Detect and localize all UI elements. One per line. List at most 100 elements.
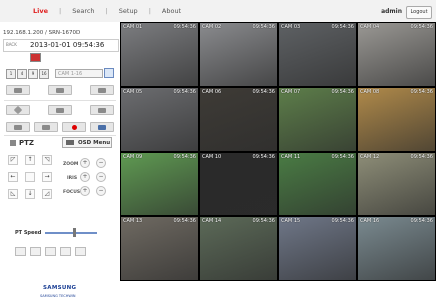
audio-icon xyxy=(98,107,106,113)
zoom-in-button[interactable]: + xyxy=(80,158,90,168)
preset-buttons xyxy=(15,247,86,256)
prev-group-button[interactable] xyxy=(6,85,30,95)
ptz-right-button[interactable]: → xyxy=(42,172,52,182)
next-group-button[interactable] xyxy=(90,85,114,95)
settings-button[interactable] xyxy=(6,105,30,115)
datetime-text: 2013-01-01 09:54:36 xyxy=(30,41,105,49)
nav-about[interactable]: About xyxy=(151,7,192,15)
lock-button[interactable] xyxy=(48,105,72,115)
brand-logo: SAMSUNG xyxy=(43,285,77,291)
brand-subtitle: SAMSUNG TECHWIN xyxy=(40,294,76,298)
preset-button[interactable] xyxy=(60,247,71,256)
toolbar-row-1 xyxy=(6,85,114,95)
ptz-tab-label: PTZ xyxy=(19,139,34,147)
select-confirm-button[interactable] xyxy=(104,68,114,78)
ptz-up-right-button[interactable]: ◹ xyxy=(42,155,52,165)
pt-speed-handle[interactable] xyxy=(73,228,76,237)
camera-tile[interactable]: CAM 03 09:54:36 xyxy=(278,22,357,87)
osd-menu-label: OSD Menu xyxy=(78,140,111,146)
zoom-out-button[interactable]: − xyxy=(96,158,106,168)
camera-timestamp: 09:54:36 xyxy=(173,88,196,95)
camera-tile[interactable]: CAM 10 09:54:36 xyxy=(199,151,278,217)
audio-button[interactable] xyxy=(90,105,114,115)
camera-timestamp: 09:54:36 xyxy=(410,24,433,30)
split-9-button[interactable]: 9 xyxy=(28,69,38,79)
ptz-up-button[interactable]: ↑ xyxy=(25,155,35,165)
record-icon xyxy=(71,124,77,130)
osd-menu-button[interactable]: OSD Menu xyxy=(62,137,112,148)
focus-near-button[interactable]: + xyxy=(80,186,90,196)
iris-open-button[interactable]: + xyxy=(80,172,90,182)
nav-search[interactable]: Search xyxy=(61,7,105,15)
camera-tile[interactable]: CAM 07 09:54:36 xyxy=(278,86,357,152)
ptz-down-left-button[interactable]: ◺ xyxy=(8,189,18,199)
camera-tile[interactable]: CAM 13 09:54:36 xyxy=(120,216,199,281)
camera-timestamp: 09:54:36 xyxy=(252,218,275,225)
camera-label: CAM 08 xyxy=(360,88,380,95)
back-icon[interactable]: BACK xyxy=(6,42,17,48)
preset-button[interactable] xyxy=(45,247,56,256)
ptz-home-button[interactable] xyxy=(25,172,35,182)
ptz-icon xyxy=(10,140,16,146)
datetime-box: BACK 2013-01-01 09:54:36 xyxy=(3,39,119,52)
camera-tile[interactable]: CAM 04 09:54:36 xyxy=(357,22,436,87)
divider xyxy=(4,100,116,101)
pt-speed-slider[interactable] xyxy=(45,232,97,234)
camera-timestamp: 09:54:36 xyxy=(173,218,196,225)
print-button[interactable] xyxy=(34,122,58,132)
camera-tile[interactable]: CAM 09 09:54:36 xyxy=(120,151,199,217)
preset-button[interactable] xyxy=(75,247,86,256)
sequence-button[interactable] xyxy=(48,85,72,95)
camera-tile[interactable]: CAM 15 09:54:36 xyxy=(278,216,357,281)
iris-close-button[interactable]: − xyxy=(96,172,106,182)
camera-tile[interactable]: CAM 01 09:54:36 xyxy=(120,22,199,87)
record-button[interactable] xyxy=(62,122,86,132)
camera-label: CAM 15 xyxy=(281,218,301,225)
nav-live[interactable]: Live xyxy=(22,7,59,15)
ptz-down-button[interactable]: ↓ xyxy=(25,189,35,199)
control-panel: 192.168.1.200 / SRN-1670D BACK 2013-01-0… xyxy=(0,22,120,298)
top-nav-bar: Live | Search | Setup | About admin Logo… xyxy=(0,0,436,23)
ptz-up-left-button[interactable]: ◸ xyxy=(8,155,18,165)
camera-timestamp: 09:54:36 xyxy=(331,153,354,160)
camera-tile[interactable]: CAM 05 09:54:36 xyxy=(120,86,199,152)
split-16-button[interactable]: 16 xyxy=(39,69,49,79)
camera-tile[interactable]: CAM 16 09:54:36 xyxy=(357,216,436,281)
split-1-button[interactable]: 1 xyxy=(6,69,16,79)
ptz-left-button[interactable]: ← xyxy=(8,172,18,182)
camera-tile[interactable]: CAM 14 09:54:36 xyxy=(199,216,278,281)
camera-label: CAM 05 xyxy=(123,88,143,95)
device-id: 192.168.1.200 / SRN-1670D xyxy=(3,30,81,36)
focus-label: FOCUS xyxy=(63,190,81,195)
split-4-button[interactable]: 4 xyxy=(17,69,27,79)
main-nav: Live | Search | Setup | About xyxy=(22,4,192,18)
camera-group-select[interactable]: CAM 1-16 xyxy=(55,69,103,78)
camera-tile[interactable]: CAM 08 09:54:36 xyxy=(357,86,436,152)
camera-timestamp: 09:54:36 xyxy=(331,24,354,30)
camera-timestamp: 09:54:36 xyxy=(331,88,354,95)
camera-tile[interactable]: CAM 11 09:54:36 xyxy=(278,151,357,217)
preset-button[interactable] xyxy=(30,247,41,256)
camera-tile[interactable]: CAM 12 09:54:36 xyxy=(357,151,436,217)
gear-icon xyxy=(13,105,23,115)
print-icon xyxy=(42,124,50,130)
preset-button[interactable] xyxy=(15,247,26,256)
lock-icon xyxy=(56,107,64,113)
backup-button[interactable] xyxy=(90,122,114,132)
camera-label: CAM 06 xyxy=(202,88,222,95)
camera-tile[interactable]: CAM 02 09:54:36 xyxy=(199,22,278,87)
divider xyxy=(4,135,116,136)
camera-timestamp: 09:54:36 xyxy=(173,24,196,30)
ptz-tab[interactable]: PTZ xyxy=(10,139,34,147)
nav-setup[interactable]: Setup xyxy=(108,7,149,15)
ptz-down-right-button[interactable]: ◿ xyxy=(42,189,52,199)
camera-label: CAM 11 xyxy=(281,153,301,160)
logout-button[interactable]: Logout xyxy=(406,6,432,19)
camera-tile[interactable]: CAM 06 09:54:36 xyxy=(199,86,278,152)
camera-timestamp: 09:54:36 xyxy=(252,24,275,30)
focus-far-button[interactable]: − xyxy=(96,186,106,196)
camera-timestamp: 09:54:36 xyxy=(410,153,433,160)
capture-button[interactable] xyxy=(6,122,30,132)
toolbar-row-3 xyxy=(6,122,114,132)
osd-icon xyxy=(66,140,74,145)
